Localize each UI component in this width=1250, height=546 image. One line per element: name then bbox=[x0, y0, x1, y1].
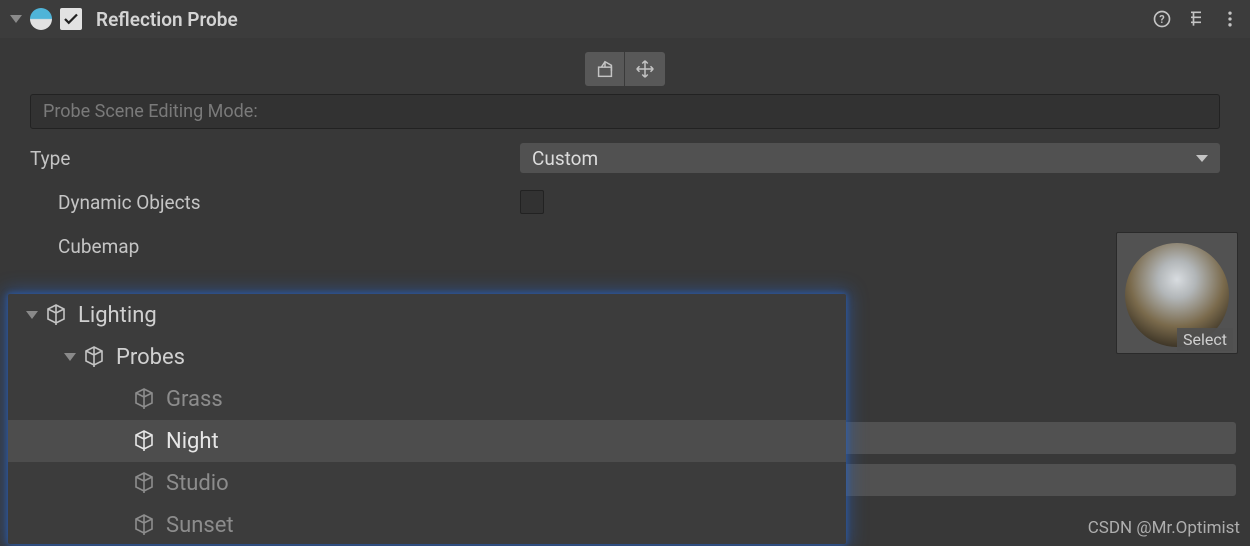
probe-editing-mode-label: Probe Scene Editing Mode: bbox=[30, 94, 1220, 129]
prefab-icon bbox=[82, 345, 106, 369]
foldout-arrow-icon[interactable] bbox=[10, 15, 22, 23]
dynamic-objects-label: Dynamic Objects bbox=[30, 191, 520, 214]
tool-group bbox=[585, 52, 665, 86]
dynamic-objects-row: Dynamic Objects bbox=[30, 187, 1220, 217]
tree-label: Night bbox=[166, 429, 219, 454]
header-actions: ? bbox=[1152, 9, 1240, 29]
edit-origin-button[interactable] bbox=[625, 52, 665, 86]
prefab-icon bbox=[132, 513, 156, 537]
fields-container: Type Custom Dynamic Objects Cubemap bbox=[0, 143, 1250, 261]
tree-label: Grass bbox=[166, 387, 223, 412]
tree-label: Lighting bbox=[78, 303, 157, 328]
svg-text:?: ? bbox=[1159, 13, 1164, 26]
cubemap-label: Cubemap bbox=[30, 235, 520, 258]
prefab-icon bbox=[44, 303, 68, 327]
hierarchy-item-night[interactable]: Night bbox=[8, 420, 846, 462]
foldout-arrow-icon[interactable] bbox=[64, 353, 76, 361]
hierarchy-overlay: Lighting Probes Grass Night Studio Sunse… bbox=[8, 294, 846, 544]
hierarchy-probes[interactable]: Probes bbox=[8, 336, 846, 378]
dynamic-objects-checkbox[interactable] bbox=[520, 190, 544, 214]
hierarchy-item-grass[interactable]: Grass bbox=[8, 378, 846, 420]
type-dropdown[interactable]: Custom bbox=[520, 143, 1220, 173]
enabled-checkbox[interactable] bbox=[60, 8, 82, 30]
kebab-menu-icon[interactable] bbox=[1220, 9, 1240, 29]
cubemap-thumbnail[interactable]: Select bbox=[1116, 232, 1238, 354]
prefab-icon bbox=[132, 387, 156, 411]
hierarchy-lighting[interactable]: Lighting bbox=[8, 294, 846, 336]
tree-label: Probes bbox=[116, 345, 185, 370]
type-value: Custom bbox=[532, 147, 598, 170]
prefab-icon bbox=[132, 471, 156, 495]
tree-label: Sunset bbox=[166, 513, 234, 538]
move-icon bbox=[634, 58, 656, 80]
type-label: Type bbox=[30, 147, 520, 170]
foldout-arrow-icon[interactable] bbox=[26, 311, 38, 319]
watermark: CSDN @Mr.Optimist bbox=[1088, 518, 1240, 538]
chevron-down-icon bbox=[1196, 155, 1208, 162]
check-icon bbox=[62, 10, 80, 28]
help-icon[interactable]: ? bbox=[1152, 9, 1172, 29]
tree-label: Studio bbox=[166, 471, 229, 496]
cubemap-select-label: Select bbox=[1177, 328, 1233, 351]
edit-mode-toolbar bbox=[0, 38, 1250, 94]
bounds-icon bbox=[594, 58, 616, 80]
prefab-icon bbox=[132, 429, 156, 453]
cubemap-row: Cubemap bbox=[30, 231, 1220, 261]
component-header: Reflection Probe ? bbox=[0, 0, 1250, 38]
hierarchy-item-studio[interactable]: Studio bbox=[8, 462, 846, 504]
hierarchy-item-sunset[interactable]: Sunset bbox=[8, 504, 846, 546]
presets-icon[interactable] bbox=[1186, 9, 1206, 29]
edit-bounds-button[interactable] bbox=[585, 52, 625, 86]
type-row: Type Custom bbox=[30, 143, 1220, 173]
reflection-probe-icon bbox=[30, 8, 52, 30]
component-title: Reflection Probe bbox=[96, 8, 1152, 31]
